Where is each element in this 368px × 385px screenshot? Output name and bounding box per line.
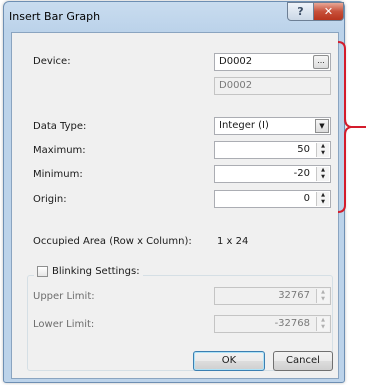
browse-button[interactable]: ... xyxy=(313,55,329,69)
blinking-checkbox[interactable] xyxy=(37,266,48,277)
lower-limit-stepper[interactable]: -32768 ▲ ▼ xyxy=(214,315,331,333)
upper-limit-label: Upper Limit: xyxy=(33,291,95,302)
spin-down-icon[interactable]: ▼ xyxy=(317,150,329,157)
origin-spin-buttons[interactable]: ▲ ▼ xyxy=(316,192,329,206)
ok-button[interactable]: OK xyxy=(193,351,265,371)
upper-limit-spin-buttons[interactable]: ▲ ▼ xyxy=(316,289,329,303)
origin-value: 0 xyxy=(303,193,310,204)
cancel-button[interactable]: Cancel xyxy=(273,351,333,371)
dialog-body: Device: D0002 ... D0002 Data Type: Integ… xyxy=(11,32,339,379)
help-button[interactable]: ? xyxy=(287,2,314,21)
device-label: Device: xyxy=(33,56,71,67)
maximum-value: 50 xyxy=(297,144,310,155)
spin-up-icon[interactable]: ▲ xyxy=(317,143,329,150)
data-type-label: Data Type: xyxy=(33,121,87,132)
data-type-value: Integer (I) xyxy=(219,120,269,131)
blinking-settings-label: Blinking Settings: xyxy=(52,266,140,277)
upper-limit-value: 32767 xyxy=(278,290,310,301)
device-input[interactable]: D0002 ... xyxy=(214,53,331,71)
spin-down-icon[interactable]: ▼ xyxy=(317,296,329,303)
close-button[interactable]: ✕ xyxy=(313,2,344,21)
maximum-spin-buttons[interactable]: ▲ ▼ xyxy=(316,143,329,157)
minimum-label: Minimum: xyxy=(33,169,83,180)
window-title: Insert Bar Graph xyxy=(9,10,101,23)
maximum-label: Maximum: xyxy=(33,145,86,156)
lower-limit-value: -32768 xyxy=(274,318,310,329)
minimum-stepper[interactable]: -20 ▲ ▼ xyxy=(214,165,331,183)
occupied-area-label: Occupied Area (Row x Column): xyxy=(33,236,192,247)
occupied-area-value: 1 x 24 xyxy=(217,236,249,247)
spin-down-icon[interactable]: ▼ xyxy=(317,199,329,206)
device-readonly-field: D0002 xyxy=(214,77,331,95)
spin-up-icon[interactable]: ▲ xyxy=(317,167,329,174)
spin-up-icon[interactable]: ▲ xyxy=(317,317,329,324)
spin-down-icon[interactable]: ▼ xyxy=(317,174,329,181)
upper-limit-stepper[interactable]: 32767 ▲ ▼ xyxy=(214,287,331,305)
origin-stepper[interactable]: 0 ▲ ▼ xyxy=(214,190,331,208)
spin-up-icon[interactable]: ▲ xyxy=(317,192,329,199)
blinking-settings-toggle[interactable]: Blinking Settings: xyxy=(34,266,143,277)
lower-limit-label: Lower Limit: xyxy=(33,319,95,330)
origin-label: Origin: xyxy=(33,194,67,205)
lower-limit-spin-buttons[interactable]: ▲ ▼ xyxy=(316,317,329,331)
dropdown-arrow-icon[interactable]: ▼ xyxy=(315,119,329,133)
spin-down-icon[interactable]: ▼ xyxy=(317,324,329,331)
minimum-spin-buttons[interactable]: ▲ ▼ xyxy=(316,167,329,181)
minimum-value: -20 xyxy=(293,168,310,179)
annotation-bracket xyxy=(337,41,366,213)
annotation-bracket-line xyxy=(337,41,352,213)
data-type-select[interactable]: Integer (I) ▼ xyxy=(214,117,331,135)
maximum-stepper[interactable]: 50 ▲ ▼ xyxy=(214,141,331,159)
spin-up-icon[interactable]: ▲ xyxy=(317,289,329,296)
device-value: D0002 xyxy=(219,56,253,67)
insert-bar-graph-dialog: Insert Bar Graph ? ✕ Device: D0002 ... D… xyxy=(3,1,345,383)
